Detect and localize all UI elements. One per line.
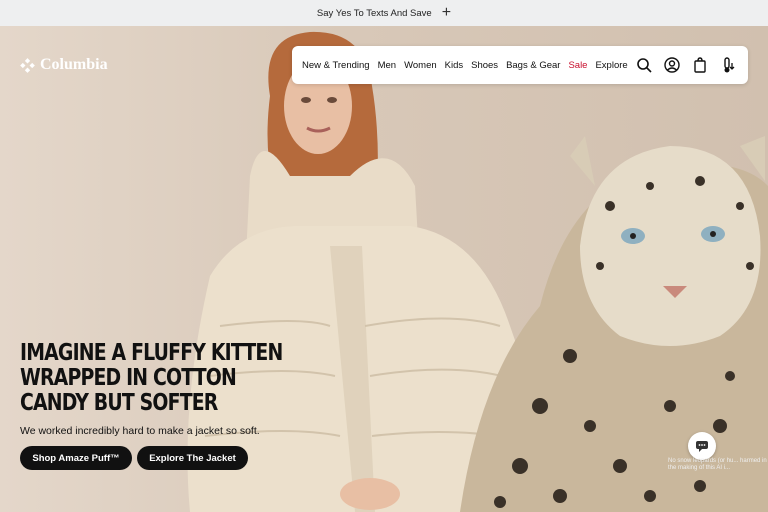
- chat-button[interactable]: [688, 432, 716, 460]
- hero-headline: Imagine a fluffy kitten wrapped in cotto…: [20, 340, 283, 416]
- promo-bar: Say Yes To Texts And Save +: [0, 0, 768, 26]
- temperature-icon[interactable]: [720, 57, 736, 73]
- nav-item-sale[interactable]: Sale: [568, 60, 587, 71]
- bag-icon[interactable]: [692, 57, 708, 73]
- ai-disclaimer: No snow leopards (or hu... harmed in the…: [668, 458, 767, 471]
- chat-icon: [696, 441, 708, 452]
- hero-leopard-image: [460, 136, 768, 512]
- hero-banner: Columbia New & Trending Men Women Kids S…: [0, 26, 768, 512]
- explore-jacket-button[interactable]: Explore The Jacket: [137, 446, 248, 470]
- nav-item-explore[interactable]: Explore: [595, 60, 627, 71]
- nav-item-bags-gear[interactable]: Bags & Gear: [506, 60, 560, 71]
- account-icon[interactable]: [664, 57, 680, 73]
- promo-text[interactable]: Say Yes To Texts And Save: [317, 8, 432, 19]
- main-nav: New & Trending Men Women Kids Shoes Bags…: [292, 46, 748, 84]
- nav-item-kids[interactable]: Kids: [445, 60, 463, 71]
- nav-item-shoes[interactable]: Shoes: [471, 60, 498, 71]
- logo-text: Columbia: [40, 56, 108, 73]
- nav-item-men[interactable]: Men: [378, 60, 396, 71]
- nav-item-new-trending[interactable]: New & Trending: [302, 60, 370, 71]
- plus-icon[interactable]: +: [442, 5, 451, 21]
- nav-item-women[interactable]: Women: [404, 60, 437, 71]
- hero-subtext: We worked incredibly hard to make a jack…: [20, 425, 260, 437]
- shop-amaze-puff-button[interactable]: Shop Amaze Puff™: [20, 446, 132, 470]
- search-icon[interactable]: [636, 57, 652, 73]
- columbia-diamond-icon: [20, 57, 35, 73]
- columbia-logo[interactable]: Columbia: [20, 56, 108, 74]
